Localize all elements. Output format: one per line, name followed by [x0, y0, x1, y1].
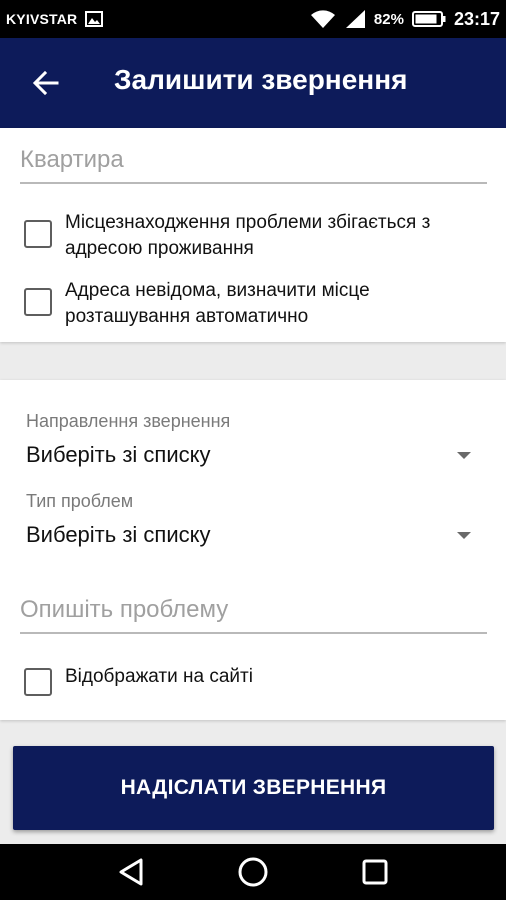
problem-type-label: Тип проблем: [26, 491, 134, 511]
nav-home-button[interactable]: [233, 852, 273, 892]
problem-type-value: Виберіть зі списку: [26, 522, 211, 547]
unknown-address-label: Адреса невідома, визначити місце розташу…: [65, 280, 370, 327]
unknown-address-checkbox-row[interactable]: Адреса невідома, визначити місце розташу…: [24, 278, 485, 330]
same-address-checkbox-row[interactable]: Місцезнаходження проблеми збігається з а…: [24, 210, 485, 262]
direction-label: Направлення звернення: [26, 411, 231, 431]
direction-value: Виберіть зі списку: [26, 442, 211, 467]
same-address-label: Місцезнаходження проблеми збігається з а…: [65, 212, 431, 259]
apartment-field[interactable]: [20, 146, 487, 184]
nav-back-button[interactable]: [111, 852, 151, 892]
problem-card: Направлення звернення Виберіть зі списку…: [0, 380, 506, 720]
show-on-site-checkbox[interactable]: [24, 668, 52, 696]
arrow-back-icon: [32, 70, 59, 96]
show-on-site-checkbox-row[interactable]: Відображати на сайті: [24, 662, 485, 696]
direction-dropdown[interactable]: Виберіть зі списку: [26, 437, 474, 473]
battery-percent: 82%: [373, 10, 404, 28]
nav-recents-button[interactable]: [355, 852, 395, 892]
wifi-icon: [310, 9, 336, 29]
apartment-input[interactable]: [20, 146, 487, 182]
show-on-site-label: Відображати на сайті: [65, 666, 253, 687]
circle-home-icon: [238, 857, 268, 887]
description-field[interactable]: [20, 596, 487, 634]
same-address-checkbox[interactable]: [24, 220, 52, 248]
description-input[interactable]: [20, 596, 487, 632]
problem-type-dropdown[interactable]: Виберіть зі списку: [26, 517, 474, 553]
unknown-address-checkbox[interactable]: [24, 288, 52, 316]
dropdown-arrow-icon: [457, 451, 471, 459]
status-right: 82% 23:17: [310, 9, 500, 30]
app-bar: Залишити звернення: [0, 38, 506, 128]
dropdown-arrow-icon: [457, 531, 471, 539]
navigation-bar: [0, 844, 506, 900]
clock: 23:17: [453, 8, 500, 29]
status-bar: KYIVSTAR 82% 23:17: [0, 0, 506, 38]
image-notification-icon: [85, 11, 104, 27]
square-recents-icon: [362, 859, 388, 885]
submit-button[interactable]: НАДІСЛАТИ ЗВЕРНЕННЯ: [13, 746, 494, 830]
signal-icon: [344, 9, 366, 29]
battery-icon: [411, 10, 446, 28]
page-title: Залишити звернення: [114, 64, 408, 95]
status-left: KYIVSTAR: [6, 11, 104, 27]
address-card: Місцезнаходження проблеми збігається з а…: [0, 128, 506, 342]
triangle-back-icon: [119, 858, 143, 886]
back-button[interactable]: [28, 66, 62, 100]
carrier-name: KYIVSTAR: [6, 11, 78, 27]
